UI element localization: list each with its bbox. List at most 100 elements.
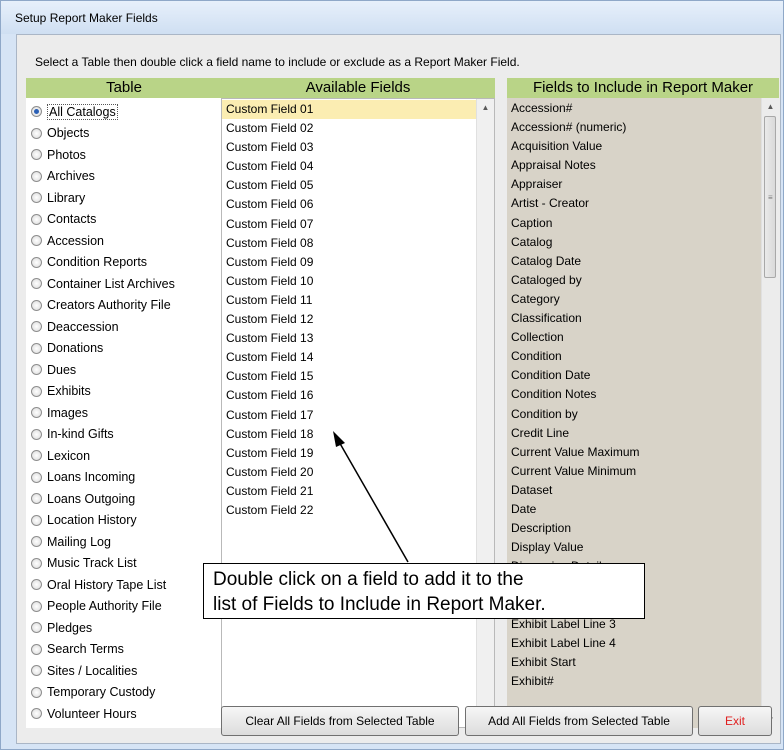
available-field-item[interactable]: Custom Field 06 bbox=[222, 195, 479, 214]
available-field-item[interactable]: Custom Field 11 bbox=[222, 291, 479, 310]
available-fields-list[interactable]: Custom Field 01 Custom Field 02 Custom Fie… bbox=[221, 98, 495, 728]
available-field-item[interactable]: Custom Field 02 bbox=[222, 119, 479, 138]
radio-icon[interactable] bbox=[31, 450, 42, 462]
table-option[interactable]: Photos bbox=[26, 144, 222, 166]
table-option[interactable]: Container List Archives bbox=[26, 273, 222, 295]
table-option[interactable]: Loans Incoming bbox=[26, 467, 222, 489]
include-field-item[interactable]: Catalog bbox=[507, 233, 759, 252]
radio-icon[interactable] bbox=[31, 127, 42, 139]
table-option[interactable]: Accession bbox=[26, 230, 222, 252]
table-option[interactable]: Music Track List bbox=[26, 553, 222, 575]
table-option[interactable]: Oral History Tape List bbox=[26, 574, 222, 596]
available-field-item[interactable]: Custom Field 17 bbox=[222, 406, 479, 425]
include-field-item[interactable]: Credit Line bbox=[507, 424, 759, 443]
table-option[interactable]: Dues bbox=[26, 359, 222, 381]
radio-icon[interactable] bbox=[31, 385, 42, 397]
title-bar[interactable]: Setup Report Maker Fields bbox=[1, 1, 783, 34]
table-option[interactable]: Donations bbox=[26, 338, 222, 360]
radio-icon[interactable] bbox=[31, 149, 42, 161]
available-field-item[interactable]: Custom Field 05 bbox=[222, 176, 479, 195]
radio-icon[interactable] bbox=[31, 514, 42, 526]
table-option[interactable]: Library bbox=[26, 187, 222, 209]
radio-icon[interactable] bbox=[31, 686, 42, 698]
radio-icon[interactable] bbox=[31, 192, 42, 204]
radio-icon[interactable] bbox=[31, 428, 42, 440]
radio-icon[interactable] bbox=[31, 665, 42, 677]
include-field-item[interactable]: Accession# bbox=[507, 99, 759, 118]
include-field-item[interactable]: Cataloged by bbox=[507, 271, 759, 290]
available-field-item[interactable]: Custom Field 18 bbox=[222, 425, 479, 444]
available-field-item[interactable]: Custom Field 08 bbox=[222, 234, 479, 253]
table-option[interactable]: Contacts bbox=[26, 209, 222, 231]
radio-icon[interactable] bbox=[31, 278, 42, 290]
available-field-item[interactable]: Custom Field 16 bbox=[222, 386, 479, 405]
table-option[interactable]: Location History bbox=[26, 510, 222, 532]
scroll-up-icon[interactable]: ▲ bbox=[762, 98, 779, 115]
scrollbar-thumb[interactable]: ≡ bbox=[764, 116, 776, 278]
include-field-item[interactable]: Current Value Minimum bbox=[507, 462, 759, 481]
table-option[interactable]: All Catalogs bbox=[26, 101, 222, 123]
available-field-item[interactable]: Custom Field 09 bbox=[222, 253, 479, 272]
table-option[interactable]: Mailing Log bbox=[26, 531, 222, 553]
table-option[interactable]: Creators Authority File bbox=[26, 295, 222, 317]
radio-icon[interactable] bbox=[31, 407, 42, 419]
radio-icon[interactable] bbox=[31, 213, 42, 225]
available-field-item[interactable]: Custom Field 21 bbox=[222, 482, 479, 501]
available-field-item[interactable]: Custom Field 14 bbox=[222, 348, 479, 367]
table-option[interactable]: Condition Reports bbox=[26, 252, 222, 274]
include-field-item[interactable]: Exhibit Start bbox=[507, 653, 759, 672]
include-scrollbar[interactable]: ▲ ≡ ▼ bbox=[761, 98, 779, 728]
include-field-item[interactable]: Appraiser bbox=[507, 175, 759, 194]
include-field-item[interactable]: Condition Notes bbox=[507, 385, 759, 404]
radio-icon[interactable] bbox=[31, 106, 42, 118]
available-field-item[interactable]: Custom Field 01 bbox=[222, 100, 479, 120]
include-field-item[interactable]: Accession# (numeric) bbox=[507, 118, 759, 137]
include-field-item[interactable]: Description bbox=[507, 519, 759, 538]
radio-icon[interactable] bbox=[31, 600, 42, 612]
table-option[interactable]: Search Terms bbox=[26, 639, 222, 661]
table-option[interactable]: Lexicon bbox=[26, 445, 222, 467]
table-option[interactable]: Archives bbox=[26, 166, 222, 188]
radio-icon[interactable] bbox=[31, 708, 42, 720]
include-field-item[interactable]: Classification bbox=[507, 309, 759, 328]
include-field-item[interactable]: Exhibit Label Line 4 bbox=[507, 634, 759, 653]
clear-all-fields-button[interactable]: Clear All Fields from Selected Table bbox=[221, 706, 459, 736]
radio-icon[interactable] bbox=[31, 170, 42, 182]
radio-icon[interactable] bbox=[31, 364, 42, 376]
radio-icon[interactable] bbox=[31, 493, 42, 505]
include-field-item[interactable]: Display Value bbox=[507, 538, 759, 557]
table-option[interactable]: Loans Outgoing bbox=[26, 488, 222, 510]
exit-button[interactable]: Exit bbox=[698, 706, 772, 736]
available-scrollbar[interactable]: ▲ ▼ bbox=[476, 99, 494, 727]
include-field-item[interactable]: Category bbox=[507, 290, 759, 309]
include-field-item[interactable]: Condition Date bbox=[507, 366, 759, 385]
available-field-item[interactable]: Custom Field 10 bbox=[222, 272, 479, 291]
table-option[interactable]: Images bbox=[26, 402, 222, 424]
table-option[interactable]: Objects bbox=[26, 123, 222, 145]
table-option[interactable]: Deaccession bbox=[26, 316, 222, 338]
available-field-item[interactable]: Custom Field 13 bbox=[222, 329, 479, 348]
table-option[interactable]: Sites / Localities bbox=[26, 660, 222, 682]
include-field-item[interactable]: Catalog Date bbox=[507, 252, 759, 271]
radio-icon[interactable] bbox=[31, 471, 42, 483]
available-field-item[interactable]: Custom Field 20 bbox=[222, 463, 479, 482]
table-option[interactable]: Exhibits bbox=[26, 381, 222, 403]
available-field-item[interactable]: Custom Field 12 bbox=[222, 310, 479, 329]
radio-icon[interactable] bbox=[31, 557, 42, 569]
include-field-item[interactable]: Appraisal Notes bbox=[507, 156, 759, 175]
radio-icon[interactable] bbox=[31, 256, 42, 268]
available-field-item[interactable]: Custom Field 15 bbox=[222, 367, 479, 386]
add-all-fields-button[interactable]: Add All Fields from Selected Table bbox=[465, 706, 693, 736]
scroll-up-icon[interactable]: ▲ bbox=[477, 99, 494, 116]
table-option[interactable]: Pledges bbox=[26, 617, 222, 639]
include-field-item[interactable]: Exhibit# bbox=[507, 672, 759, 691]
include-field-item[interactable]: Date bbox=[507, 500, 759, 519]
table-option[interactable]: Temporary Custody bbox=[26, 682, 222, 704]
radio-icon[interactable] bbox=[31, 643, 42, 655]
radio-icon[interactable] bbox=[31, 235, 42, 247]
include-field-item[interactable]: Dataset bbox=[507, 481, 759, 500]
radio-icon[interactable] bbox=[31, 321, 42, 333]
include-field-item[interactable]: Caption bbox=[507, 214, 759, 233]
include-field-item[interactable]: Collection bbox=[507, 328, 759, 347]
available-field-item[interactable]: Custom Field 04 bbox=[222, 157, 479, 176]
